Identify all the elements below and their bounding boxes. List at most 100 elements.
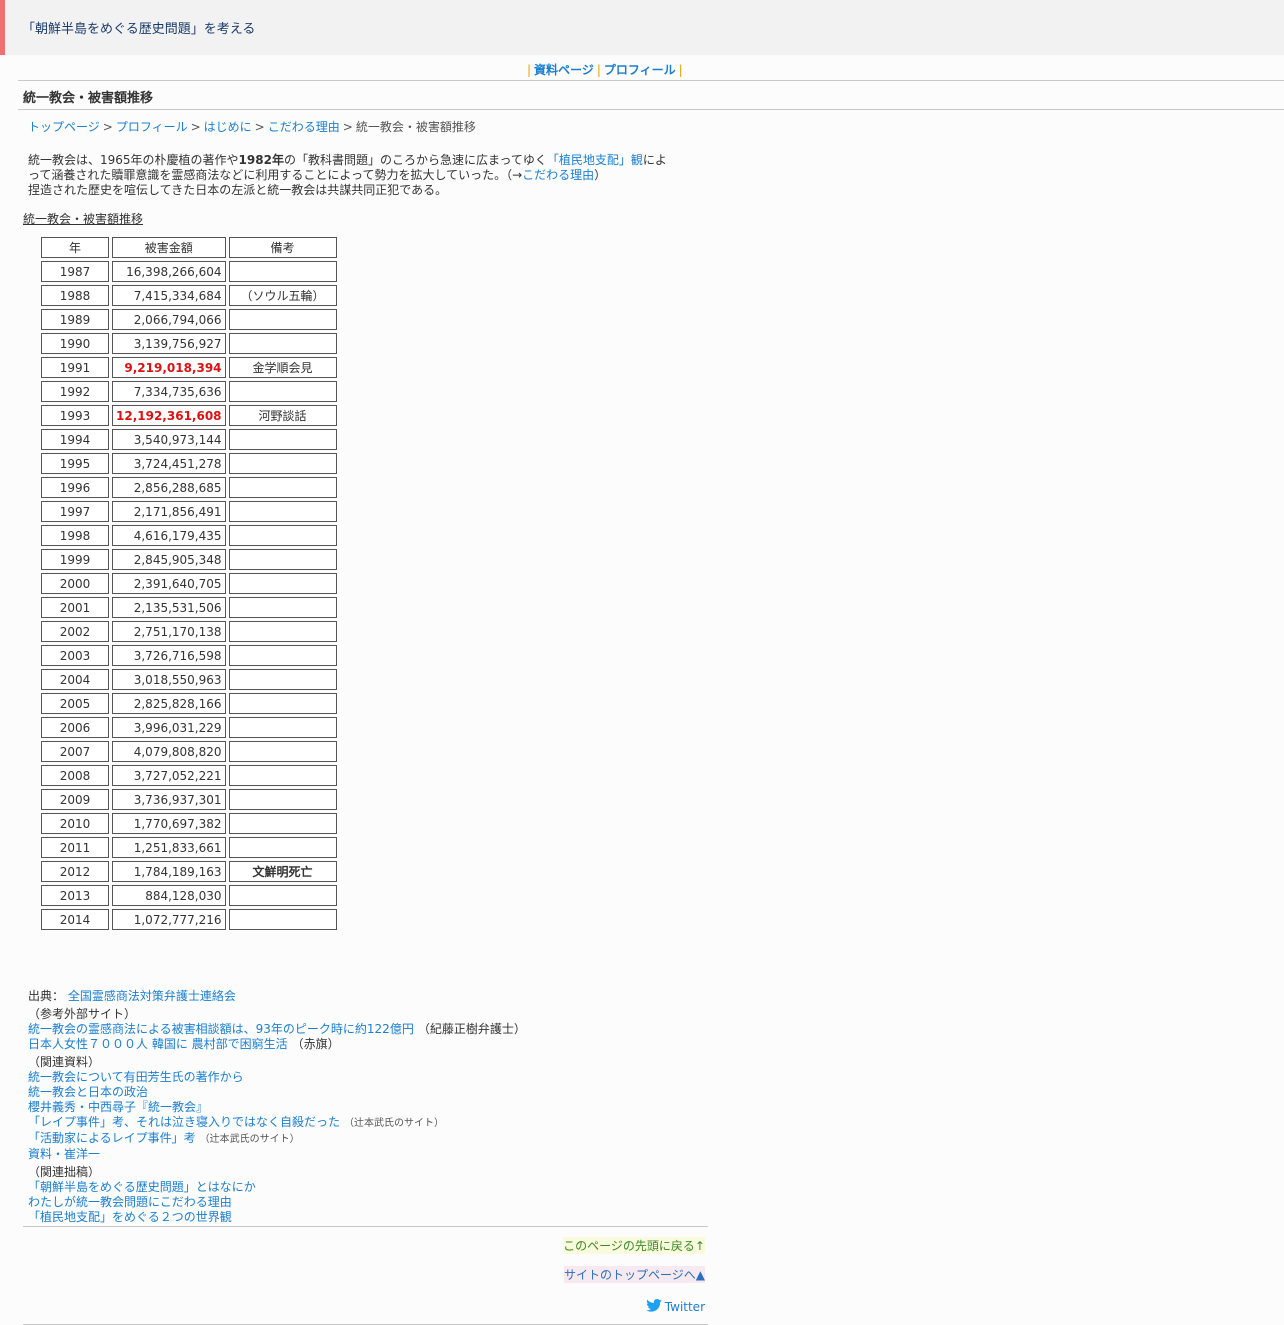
cell-note: [228, 621, 337, 642]
cell-amount: 2,825,828,166: [112, 693, 226, 714]
table-row: 1990 3,139,756,927: [41, 333, 337, 354]
page-title: 統一教会・被害額推移: [23, 91, 154, 106]
cell-note: [228, 573, 337, 594]
cell-year: 2010: [41, 813, 109, 834]
table-row: 2002 2,751,170,138: [41, 621, 337, 642]
references: 出典： 全国霊感商法対策弁護士連絡会 （参考外部サイト） 統一教会の霊感商法によ…: [28, 989, 526, 1225]
cell-amount: 3,540,973,144: [112, 429, 226, 450]
related-material-link[interactable]: 「レイプ事件」考、それは泣き寝入りではなく自殺だった: [28, 1115, 340, 1129]
related-material-link[interactable]: 統一教会について有田芳生氏の著作から: [28, 1070, 244, 1084]
cell-amount: 7,415,334,684: [112, 285, 226, 306]
twitter-bird-icon: [645, 1299, 662, 1312]
cell-year: 1999: [41, 549, 109, 570]
reference-item: 「朝鮮半島をめぐる歴史問題」とはなにか: [28, 1180, 526, 1195]
cell-year: 1993: [41, 405, 109, 426]
table-row: 1997 2,171,856,491: [41, 501, 337, 522]
header-note: 備考: [228, 237, 337, 258]
intro-bold-year: 1982年: [238, 153, 284, 167]
source-label: 出典：: [28, 989, 65, 1003]
cell-year: 2006: [41, 717, 109, 738]
table-row: 2003 3,726,716,598: [41, 645, 337, 666]
cell-amount: 3,139,756,927: [112, 333, 226, 354]
related-material-note: （辻本武氏のサイト）: [199, 1134, 300, 1145]
cell-year: 2009: [41, 789, 109, 810]
breadcrumb-reason[interactable]: こだわる理由: [268, 120, 340, 134]
breadcrumb-profile[interactable]: プロフィール: [116, 120, 188, 134]
related-material-link[interactable]: 統一教会と日本の政治: [28, 1085, 148, 1099]
cell-amount: 2,751,170,138: [112, 621, 226, 642]
site-top-link[interactable]: サイトのトップページへ▲: [564, 1266, 705, 1283]
cell-year: 1997: [41, 501, 109, 522]
top-nav: | 資料ページ | プロフィール |: [18, 56, 1284, 81]
breadcrumb-top[interactable]: トップページ: [28, 120, 100, 134]
table-row: 2012 1,784,189,163 文鮮明死亡: [41, 861, 337, 882]
cell-year: 1996: [41, 477, 109, 498]
related-essay-link[interactable]: 「朝鮮半島をめぐる歴史問題」とはなにか: [28, 1180, 256, 1194]
related-material-link[interactable]: 「活動家によるレイプ事件」考: [28, 1131, 196, 1145]
cell-year: 2002: [41, 621, 109, 642]
nav-link-profile[interactable]: プロフィール: [604, 63, 676, 77]
cell-note: [228, 333, 337, 354]
cell-note: [228, 813, 337, 834]
related-essays-label: （関連拙稿）: [28, 1165, 101, 1179]
cell-year: 2012: [41, 861, 109, 882]
reference-item: 「活動家によるレイプ事件」考 （辻本武氏のサイト）: [28, 1131, 526, 1147]
cell-note: [228, 885, 337, 906]
cell-amount: 3,996,031,229: [112, 717, 226, 738]
table-row: 1995 3,724,451,278: [41, 453, 337, 474]
external-site-link[interactable]: 統一教会の霊感商法による被害相談額は、93年のピーク時に約122億円: [28, 1022, 414, 1036]
cell-year: 1991: [41, 357, 109, 378]
header-accent-bar: [0, 0, 5, 55]
cell-amount: 2,845,905,348: [112, 549, 226, 570]
cell-amount: 3,726,716,598: [112, 645, 226, 666]
intro-conclusion: 捏造された歴史を喧伝してきた日本の左派と統一教会は共謀共同正犯である。: [28, 183, 448, 197]
reason-link[interactable]: こだわる理由: [522, 168, 594, 182]
breadcrumb-separator: >: [190, 120, 201, 134]
table-header-row: 年 被害金額 備考: [41, 237, 337, 258]
external-sites-label: （参考外部サイト）: [28, 1007, 137, 1021]
table-row: 2010 1,770,697,382: [41, 813, 337, 834]
back-to-top-link[interactable]: このページの先頭に戻る↑: [563, 1237, 705, 1254]
cell-note: [228, 429, 337, 450]
nav-link-resources[interactable]: 資料ページ: [534, 63, 594, 77]
table-row: 2004 3,018,550,963: [41, 669, 337, 690]
colonial-rule-link[interactable]: 「植民地支配」観: [547, 153, 643, 167]
reference-item: 統一教会について有田芳生氏の著作から: [28, 1070, 526, 1085]
table-row: 1993 12,192,361,608 河野談話: [41, 405, 337, 426]
source-link[interactable]: 全国霊感商法対策弁護士連絡会: [68, 989, 236, 1003]
related-essay-link[interactable]: わたしが統一教会問題にこだわる理由: [28, 1195, 232, 1209]
related-essay-link[interactable]: 「植民地支配」をめぐる２つの世界観: [28, 1210, 232, 1224]
reference-item: 日本人女性７０００人 韓国に 農村部で困窮生活 （赤旗）: [28, 1037, 526, 1052]
table-row: 1996 2,856,288,685: [41, 477, 337, 498]
cell-note: [228, 261, 337, 282]
table-row: 2014 1,072,777,216: [41, 909, 337, 930]
external-site-link[interactable]: 日本人女性７０００人 韓国に 農村部で困窮生活: [28, 1037, 288, 1051]
cell-amount: 4,616,179,435: [112, 525, 226, 546]
site-title[interactable]: 「朝鮮半島をめぐる歴史問題」を考える: [22, 18, 255, 37]
cell-note: [228, 909, 337, 930]
cell-year: 1988: [41, 285, 109, 306]
header-year: 年: [41, 237, 109, 258]
table-row: 1998 4,616,179,435: [41, 525, 337, 546]
cell-amount: 3,736,937,301: [112, 789, 226, 810]
cell-amount: 9,219,018,394: [112, 357, 226, 378]
cell-note: 金学順会見: [228, 357, 337, 378]
table-row: 1989 2,066,794,066: [41, 309, 337, 330]
cell-note: [228, 837, 337, 858]
cell-note: [228, 741, 337, 762]
related-material-link[interactable]: 資料・崔洋一: [28, 1147, 100, 1161]
cell-year: 2007: [41, 741, 109, 762]
cell-year: 2005: [41, 693, 109, 714]
nav-separator: |: [678, 63, 683, 77]
related-material-link[interactable]: 櫻井義秀・中西尋子『統一教会』: [28, 1100, 208, 1114]
twitter-link[interactable]: Twitter: [645, 1299, 705, 1314]
cell-amount: 4,079,808,820: [112, 741, 226, 762]
related-material-note: （辻本武氏のサイト）: [344, 1118, 445, 1129]
cell-amount: 1,784,189,163: [112, 861, 226, 882]
breadcrumb-current: 統一教会・被害額推移: [355, 120, 476, 134]
cell-note: [228, 693, 337, 714]
breadcrumb-separator: >: [254, 120, 265, 134]
breadcrumb-intro[interactable]: はじめに: [204, 120, 252, 134]
table-row: 2007 4,079,808,820: [41, 741, 337, 762]
table-row: 1994 3,540,973,144: [41, 429, 337, 450]
